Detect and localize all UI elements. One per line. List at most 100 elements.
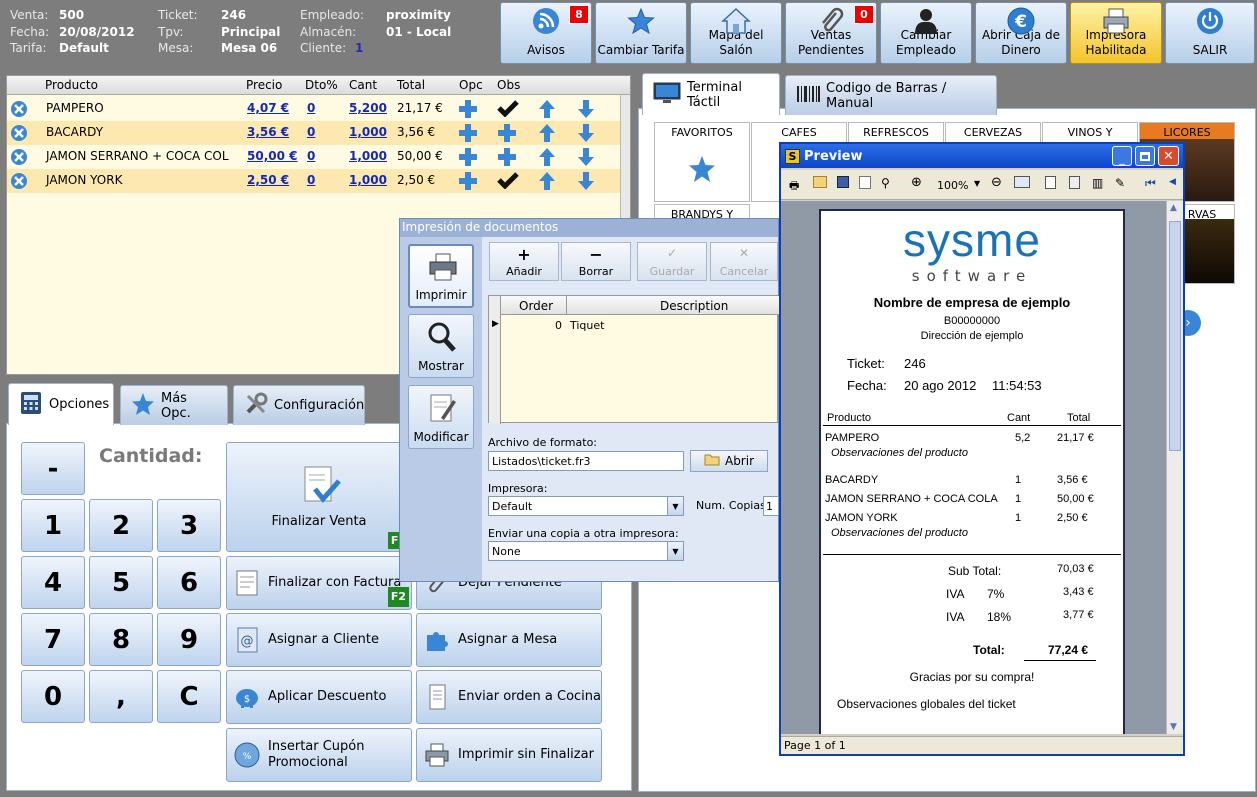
table-row[interactable]: BACARDY 3,56 € 0 1,000 3,56 € <box>7 121 621 145</box>
copies-input[interactable]: 1 <box>763 496 779 516</box>
borrar-button[interactable]: − Borrar <box>561 242 631 281</box>
minimize-icon[interactable]: _ <box>1112 146 1132 166</box>
table-row[interactable]: PAMPERO 4,07 € 0 5,200 21,17 € <box>7 97 621 121</box>
options-plus-icon[interactable] <box>458 99 478 122</box>
cancelar-button[interactable]: ✕ Cancelar <box>710 242 778 281</box>
row-qty[interactable]: 1,000 <box>349 173 387 187</box>
key-7[interactable]: 7 <box>21 613 85 666</box>
printer-select[interactable]: Default ▼ <box>488 496 684 516</box>
row-price[interactable]: 50,00 € <box>247 149 297 163</box>
preview-scrollbar[interactable]: ▲ ▼ <box>1166 201 1183 734</box>
move-up-icon[interactable] <box>538 123 556 146</box>
move-up-icon[interactable] <box>538 171 556 194</box>
ventas-pendientes-button[interactable]: 0 Ventas Pendientes <box>785 2 877 64</box>
save-icon[interactable] <box>837 176 849 188</box>
observations-plus-icon[interactable] <box>497 123 517 146</box>
cambiar-tarifa-button[interactable]: Cambiar Tarifa <box>595 2 687 64</box>
key-6[interactable]: 6 <box>157 556 221 609</box>
row-price[interactable]: 4,07 € <box>247 101 289 115</box>
key-0[interactable]: 0 <box>21 670 85 723</box>
enviar-cocina-button[interactable]: Enviar orden a Cocina <box>416 670 602 724</box>
key-1[interactable]: 1 <box>21 499 85 552</box>
check-icon[interactable] <box>497 171 519 192</box>
find-icon[interactable]: ⚲ <box>881 176 890 190</box>
key-3[interactable]: 3 <box>157 499 221 552</box>
first-page-icon[interactable]: ⏮ <box>1145 176 1156 191</box>
options-plus-icon[interactable] <box>458 147 478 170</box>
options-plus-icon[interactable] <box>458 123 478 146</box>
tab-configuracion[interactable]: Configuración <box>233 385 365 425</box>
row-price[interactable]: 2,50 € <box>247 173 289 187</box>
delete-icon[interactable] <box>10 172 28 193</box>
move-down-icon[interactable] <box>577 171 595 194</box>
zoom-value[interactable]: 100% <box>937 179 968 192</box>
guardar-button[interactable]: ✓ Guardar <box>637 242 707 281</box>
row-price[interactable]: 3,56 € <box>247 125 289 139</box>
delete-icon[interactable] <box>10 148 28 169</box>
move-up-icon[interactable] <box>538 99 556 122</box>
prev-page-icon[interactable]: ◀ <box>1169 177 1176 187</box>
move-up-icon[interactable] <box>538 147 556 170</box>
scroll-down-icon[interactable]: ▼ <box>1170 722 1177 732</box>
abrir-caja-button[interactable]: € Abrir Caja de Dinero <box>975 2 1067 64</box>
cambiar-empleado-button[interactable]: Cambiar Empleado <box>880 2 972 64</box>
imprimir-sin-finalizar-button[interactable]: Imprimir sin Finalizar <box>416 728 602 782</box>
scroll-up-icon[interactable]: ▲ <box>1170 203 1177 213</box>
abrir-button[interactable]: Abrir <box>690 450 768 472</box>
open-icon[interactable] <box>813 176 827 188</box>
tab-opciones[interactable]: Opciones <box>8 383 114 425</box>
zoom-out-icon[interactable]: ⊖ <box>991 175 1002 190</box>
key-9[interactable]: 9 <box>157 613 221 666</box>
row-dto[interactable]: 0 <box>307 173 315 187</box>
finalizar-factura-button[interactable]: Finalizar con Factura F2 <box>226 556 412 610</box>
close-icon[interactable]: ✕ <box>1158 146 1179 166</box>
salir-button[interactable]: SALIR <box>1165 2 1255 64</box>
asignar-cliente-button[interactable]: @ Asignar a Cliente <box>226 613 412 667</box>
key-8[interactable]: 8 <box>89 613 153 666</box>
move-down-icon[interactable] <box>577 147 595 170</box>
zoom-in-icon[interactable]: ⊕ <box>911 175 922 190</box>
modificar-button[interactable]: Modificar <box>408 385 474 449</box>
table-row[interactable]: JAMON SERRANO + COCA COL 50,00 € 0 1,000… <box>7 145 621 169</box>
key-2[interactable]: 2 <box>89 499 153 552</box>
mostrar-button[interactable]: Mostrar <box>408 314 474 378</box>
row-dto[interactable]: 0 <box>307 101 315 115</box>
row-qty[interactable]: 1,000 <box>349 149 387 163</box>
impresora-button[interactable]: Impresora Habilitada <box>1070 2 1162 64</box>
asignar-mesa-button[interactable]: Asignar a Mesa <box>416 613 602 667</box>
imprimir-button[interactable]: Imprimir <box>408 244 474 308</box>
page-settings-icon[interactable] <box>1045 176 1056 189</box>
grid-row-description[interactable]: Tiquet <box>570 319 604 332</box>
scroll-thumb[interactable] <box>1169 221 1181 451</box>
check-icon[interactable] <box>497 99 519 120</box>
table-row[interactable]: JAMON YORK 2,50 € 0 1,000 2,50 € <box>7 169 621 193</box>
finalizar-venta-button[interactable]: Finalizar Venta F1 <box>226 442 412 552</box>
delete-icon[interactable] <box>10 100 28 121</box>
row-dto[interactable]: 0 <box>307 125 315 139</box>
key-4[interactable]: 4 <box>21 556 85 609</box>
move-down-icon[interactable] <box>577 99 595 122</box>
print-icon[interactable]: 🖶 <box>789 177 799 196</box>
anadir-button[interactable]: + Añadir <box>489 242 559 281</box>
book-icon[interactable]: ▥ <box>1092 176 1103 190</box>
export-icon[interactable] <box>859 176 871 189</box>
tab-mas-opc[interactable]: Más Opc. <box>120 385 228 425</box>
delete-icon[interactable] <box>10 124 28 145</box>
category-favoritos[interactable]: FAVORITOS <box>654 122 750 202</box>
edit-icon[interactable]: ✎ <box>1115 176 1125 190</box>
observations-plus-icon[interactable] <box>497 147 517 170</box>
row-qty[interactable]: 1,000 <box>349 125 387 139</box>
row-qty[interactable]: 5,200 <box>349 101 387 115</box>
format-input[interactable]: Listados\ticket.fr3 <box>488 451 684 471</box>
aplicar-descuento-button[interactable]: $ Aplicar Descuento <box>226 670 412 724</box>
tab-terminal-tactil[interactable]: Terminal Táctil <box>642 73 780 115</box>
avisos-button[interactable]: 8 Avisos <box>500 2 592 64</box>
maximize-icon[interactable] <box>1135 146 1155 166</box>
insertar-cupon-button[interactable]: % Insertar Cupón Promocional <box>226 728 412 782</box>
key-comma[interactable]: , <box>89 670 153 723</box>
chevron-down-icon[interactable]: ▼ <box>974 179 980 188</box>
options-plus-icon[interactable] <box>458 171 478 194</box>
move-down-icon[interactable] <box>577 123 595 146</box>
key-minus[interactable]: - <box>21 442 85 495</box>
key-5[interactable]: 5 <box>89 556 153 609</box>
